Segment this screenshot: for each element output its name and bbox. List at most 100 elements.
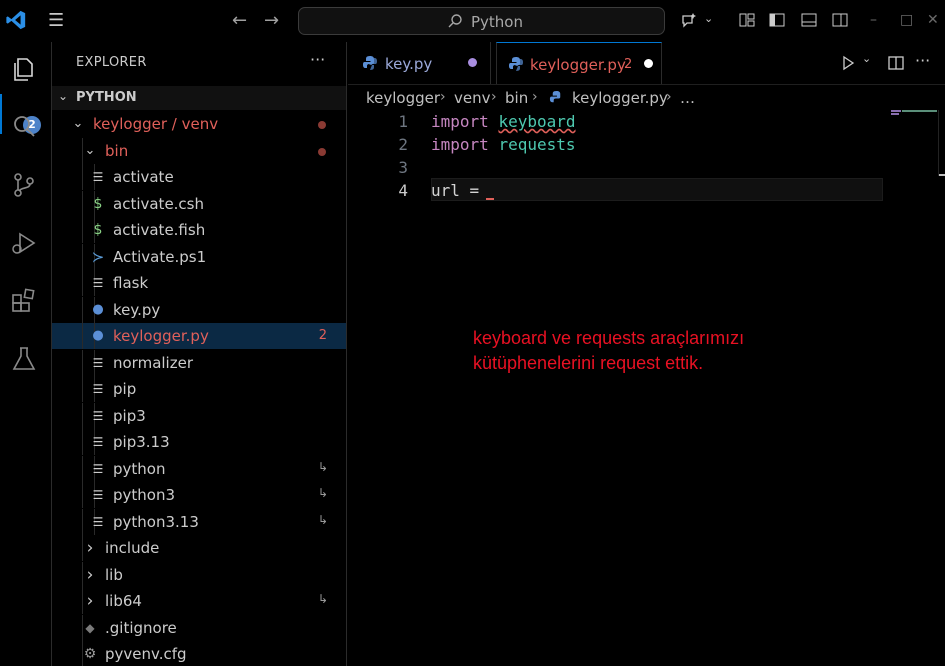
- chevron-down-icon[interactable]: ⌄: [862, 52, 871, 65]
- extensions-icon[interactable]: [9, 286, 39, 316]
- file-lines-icon: ☰: [92, 170, 104, 184]
- keyword: import: [431, 112, 489, 131]
- menu-icon[interactable]: ☰: [48, 12, 68, 30]
- unsaved-dot-icon[interactable]: [468, 58, 477, 67]
- indent-guide: [82, 243, 83, 270]
- file-lines-icon: ☰: [92, 488, 104, 502]
- indent-guide: [82, 323, 83, 349]
- workspace-section-header[interactable]: ⌄ PYTHON: [52, 86, 346, 110]
- toggle-panel-icon[interactable]: [800, 11, 818, 29]
- source-control-icon[interactable]: [9, 170, 39, 200]
- more-actions-icon[interactable]: ···: [915, 51, 930, 70]
- split-editor-icon[interactable]: [887, 54, 905, 72]
- indent-guide: [82, 455, 83, 482]
- tree-item-label: bin: [105, 141, 129, 160]
- search-icon[interactable]: [9, 112, 39, 142]
- tree-item[interactable]: ☰ flask: [52, 270, 346, 296]
- tab-key-py[interactable]: key.py: [348, 42, 491, 84]
- breadcrumb-item[interactable]: …: [680, 89, 695, 107]
- chevron-right-icon: ›: [532, 89, 538, 105]
- tab-label: keylogger.py: [530, 56, 626, 74]
- tree-item[interactable]: ≻ Activate.ps1: [52, 243, 346, 270]
- tree-item[interactable]: ☰ python3.13 ↳: [52, 508, 346, 535]
- toggle-sidebar-icon[interactable]: [768, 11, 786, 29]
- tree-item-label: lib: [105, 565, 123, 584]
- chevron-right-icon: ›: [440, 89, 446, 105]
- tree-item[interactable]: ☰ pip: [52, 376, 346, 402]
- run-debug-icon[interactable]: [9, 228, 39, 258]
- minimize-icon[interactable]: –: [870, 12, 877, 28]
- tree-item[interactable]: ☰ python3 ↳: [52, 482, 346, 508]
- tree-item[interactable]: ◆ .gitignore: [52, 614, 346, 641]
- close-icon[interactable]: ✕: [927, 12, 939, 28]
- file-lines-icon: ☰: [92, 514, 104, 529]
- file-lines-icon: ☰: [92, 355, 104, 370]
- tree-item-label: flask: [113, 274, 149, 292]
- tree-item-label: normalizer: [113, 353, 193, 372]
- unsaved-dot-icon[interactable]: [644, 59, 653, 68]
- vertical-scrollbar[interactable]: [938, 110, 945, 176]
- tree-item[interactable]: ☰ pip3.13: [52, 429, 346, 455]
- indent-guide: [82, 482, 83, 508]
- title-bar: ☰ ← → Python ⌄ – □ ✕: [0, 0, 945, 42]
- chevron-down-icon: ⌄: [84, 142, 96, 158]
- keyword: import: [431, 135, 489, 154]
- minimap[interactable]: [891, 110, 937, 115]
- testing-icon[interactable]: [9, 344, 39, 374]
- git-icon: ◆: [85, 620, 95, 635]
- layout-icon[interactable]: [738, 11, 756, 29]
- tree-item[interactable]: ☰ python ↳: [52, 455, 346, 482]
- module-name: requests: [498, 135, 576, 154]
- tab-keylogger-py[interactable]: keylogger.py 2: [496, 42, 662, 84]
- more-actions-icon[interactable]: ···: [310, 50, 325, 69]
- chevron-down-icon: ⌄: [72, 116, 84, 131]
- code-editor[interactable]: 1 2 3 4 import keyboard import requests …: [348, 110, 945, 666]
- back-arrow-icon[interactable]: ←: [232, 10, 247, 31]
- tree-item[interactable]: $ activate.fish: [52, 217, 346, 243]
- tree-item[interactable]: ● keylogger.py 2: [52, 323, 346, 349]
- file-lines-icon: ☰: [92, 382, 104, 396]
- tree-item-label: .gitignore: [105, 618, 177, 637]
- command-center-search[interactable]: Python: [298, 7, 665, 35]
- indent-guide: [82, 349, 83, 376]
- tree-item[interactable]: ⚙ pyvenv.cfg: [52, 641, 346, 666]
- vscode-logo-icon: [6, 10, 26, 30]
- tree-item[interactable]: ☰ normalizer: [52, 349, 346, 376]
- toggle-secondary-sidebar-icon[interactable]: [831, 11, 849, 29]
- chevron-right-icon: ›: [491, 89, 497, 105]
- explorer-icon[interactable]: [9, 54, 39, 84]
- chevron-down-icon[interactable]: ⌄: [704, 12, 713, 25]
- problem-count: 2: [318, 328, 327, 343]
- tree-item[interactable]: $ activate.csh: [52, 190, 346, 217]
- tree-item-label: key.py: [113, 300, 161, 319]
- tree-item[interactable]: › lib64 ↳: [52, 588, 346, 614]
- module-name: keyboard: [498, 112, 576, 131]
- line-number: 4: [398, 181, 408, 200]
- indent-guide: [82, 190, 83, 217]
- tree-item-label: Activate.ps1: [113, 247, 207, 266]
- tree-item[interactable]: ● key.py: [52, 296, 346, 323]
- tree-item[interactable]: › lib: [52, 561, 346, 588]
- forward-arrow-icon[interactable]: →: [264, 10, 279, 31]
- breadcrumb-item[interactable]: bin: [505, 89, 528, 107]
- line-number: 2: [398, 135, 408, 154]
- problem-count: 2: [624, 57, 633, 72]
- maximize-icon[interactable]: □: [900, 12, 913, 28]
- run-icon[interactable]: [839, 54, 857, 72]
- tree-item[interactable]: ☰ activate: [52, 164, 346, 190]
- annotation-text: keyboard ve requests araçlarımızı kütüph…: [473, 326, 833, 376]
- symlink-icon: ↳: [317, 512, 328, 527]
- breadcrumb-item[interactable]: keylogger: [366, 89, 440, 107]
- modified-dot-icon: [318, 147, 326, 156]
- tree-item[interactable]: ⌄ keylogger / venv: [52, 111, 346, 137]
- chevron-right-icon: ›: [86, 538, 94, 558]
- tree-item[interactable]: ⌄ bin: [52, 137, 346, 164]
- breadcrumb-item[interactable]: keylogger.py: [572, 89, 668, 107]
- breadcrumb-item[interactable]: venv: [454, 89, 491, 107]
- copilot-icon[interactable]: [680, 11, 698, 29]
- symlink-icon: ↳: [317, 486, 328, 500]
- workspace-label: PYTHON: [76, 90, 137, 105]
- indent-guide: [82, 429, 83, 455]
- tree-item[interactable]: › include: [52, 535, 346, 561]
- tree-item[interactable]: ☰ pip3: [52, 402, 346, 429]
